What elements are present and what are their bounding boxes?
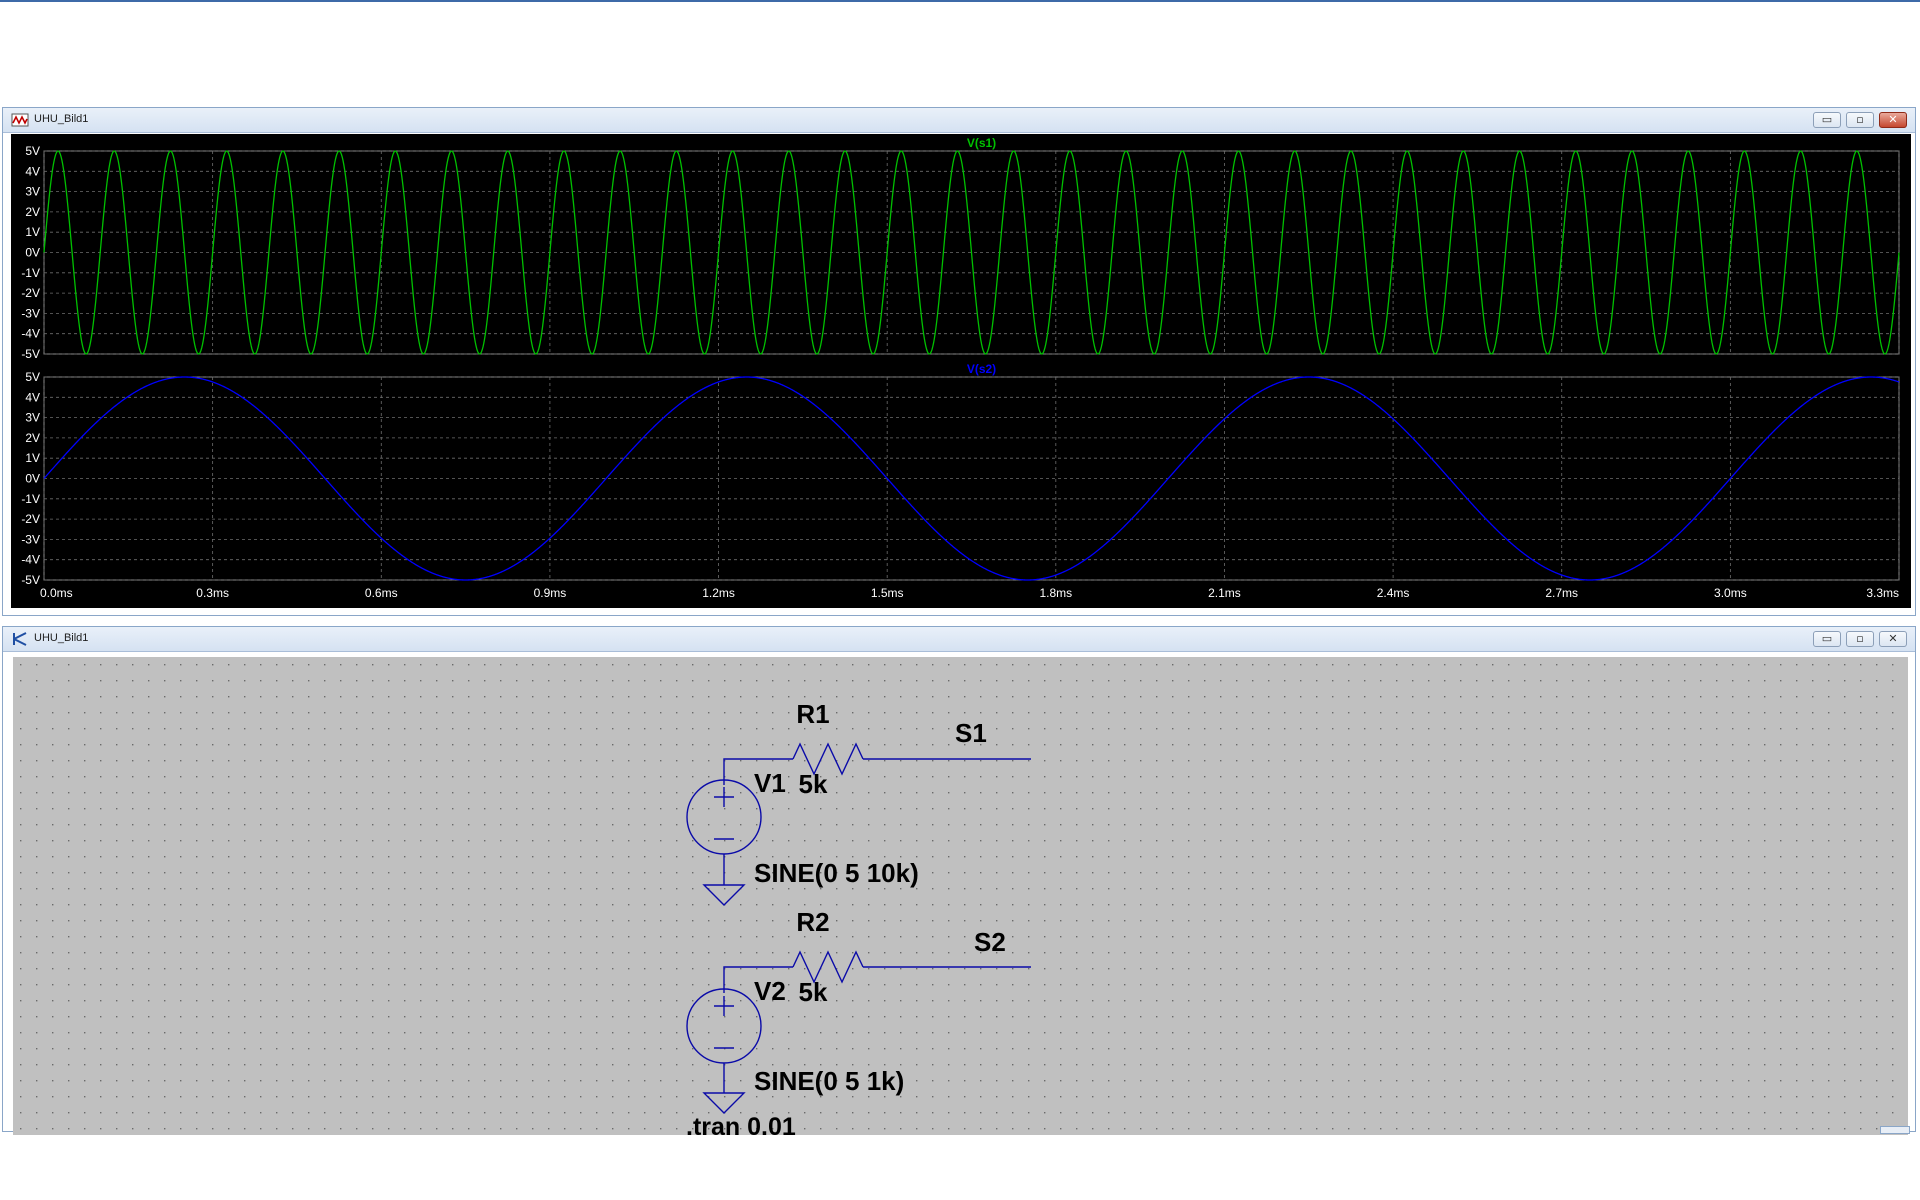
status-corner	[1880, 1126, 1910, 1134]
waveform-window-title: UHU_Bild1	[34, 113, 89, 125]
x-tick-label: 0.6ms	[365, 586, 398, 600]
x-tick-label: 2.7ms	[1545, 586, 1578, 600]
v1-value[interactable]: SINE(0 5 10k)	[754, 858, 919, 888]
y-tick-label: 0V	[25, 472, 40, 486]
x-tick-label: 1.8ms	[1039, 586, 1072, 600]
schematic-window-title: UHU_Bild1	[34, 632, 89, 644]
trace-title: V(s1)	[967, 136, 996, 150]
y-tick-label: -2V	[21, 512, 40, 526]
waveform-window-icon	[11, 113, 29, 127]
x-tick-label: 1.2ms	[702, 586, 735, 600]
x-tick-label: 1.5ms	[871, 586, 904, 600]
spice-directive[interactable]: .tran 0.01	[686, 1113, 796, 1135]
v2-value[interactable]: SINE(0 5 1k)	[754, 1066, 904, 1096]
y-tick-label: 1V	[25, 225, 40, 239]
minimize-button[interactable]: ▭	[1813, 112, 1841, 128]
restore-button[interactable]: ▫	[1846, 112, 1874, 128]
y-tick-label: -3V	[21, 306, 40, 320]
waveform-window: UHU_Bild1 ▭ ▫ ✕ 5V 4V 3V 2V 1V 0V -1V -2V -3V -4V…	[2, 107, 1916, 616]
y-tick-label: -1V	[21, 266, 40, 280]
y-tick-label: -5V	[21, 347, 40, 361]
x-tick-label: 3.0ms	[1714, 586, 1747, 600]
y-tick-label: -4V	[21, 327, 40, 341]
r1-value[interactable]: 5k	[799, 769, 828, 799]
screen-top-border	[0, 0, 1920, 2]
net-label-s1[interactable]: S1	[955, 718, 987, 748]
y-tick-label: 4V	[25, 164, 40, 178]
y-tick-label: 5V	[25, 370, 40, 384]
y-tick-label: 5V	[25, 144, 40, 158]
schematic-window: UHU_Bild1 ▭ ▫ ✕ R1 5k S1 V1 SINE(0 5 10k…	[2, 626, 1916, 1135]
x-tick-label: 2.4ms	[1377, 586, 1410, 600]
schematic-titlebar[interactable]: UHU_Bild1 ▭ ▫ ✕	[3, 627, 1915, 652]
waveform-titlebar[interactable]: UHU_Bild1 ▭ ▫ ✕	[3, 108, 1915, 133]
y-tick-label: 3V	[25, 411, 40, 425]
waveform-charts: 5V 4V 3V 2V 1V 0V -1V -2V -3V -4V -5V V(s1) 5V 4V 3V 2V…	[21, 136, 1900, 600]
r2-value[interactable]: 5k	[799, 977, 828, 1007]
close-button[interactable]: ✕	[1879, 631, 1907, 647]
y-tick-label: -2V	[21, 286, 40, 300]
minimize-button[interactable]: ▭	[1813, 631, 1841, 647]
schematic-window-icon	[13, 632, 27, 646]
x-tick-label: 0.0ms	[40, 586, 73, 600]
schematic-canvas[interactable]: R1 5k S1 V1 SINE(0 5 10k) R2 5k S2 V2 SI…	[13, 657, 1908, 1135]
y-tick-label: -3V	[21, 532, 40, 546]
y-tick-label: -1V	[21, 492, 40, 506]
x-tick-label: 0.3ms	[196, 586, 229, 600]
v1-name[interactable]: V1	[754, 768, 786, 798]
schematic-drawing: R1 5k S1 V1 SINE(0 5 10k) R2 5k S2 V2 SI…	[13, 657, 1908, 1135]
net-label-s2[interactable]: S2	[974, 927, 1006, 957]
y-tick-label: 1V	[25, 451, 40, 465]
x-tick-label: 2.1ms	[1208, 586, 1241, 600]
r1-name[interactable]: R1	[796, 699, 829, 729]
x-tick-label: 0.9ms	[534, 586, 567, 600]
y-tick-label: -4V	[21, 553, 40, 567]
r2-name[interactable]: R2	[796, 907, 829, 937]
waveform-plot-area[interactable]: 5V 4V 3V 2V 1V 0V -1V -2V -3V -4V -5V V(s1) 5V 4V 3V 2V…	[11, 134, 1911, 608]
y-tick-label: 0V	[25, 246, 40, 260]
x-tick-label: 3.3ms	[1866, 586, 1899, 600]
v2-name[interactable]: V2	[754, 976, 786, 1006]
y-tick-label: 3V	[25, 185, 40, 199]
y-tick-label: 2V	[25, 205, 40, 219]
y-tick-label: 2V	[25, 431, 40, 445]
y-tick-label: 4V	[25, 390, 40, 404]
close-button[interactable]: ✕	[1879, 112, 1907, 128]
restore-button[interactable]: ▫	[1846, 631, 1874, 647]
y-tick-label: -5V	[21, 573, 40, 587]
trace-title: V(s2)	[967, 362, 996, 376]
